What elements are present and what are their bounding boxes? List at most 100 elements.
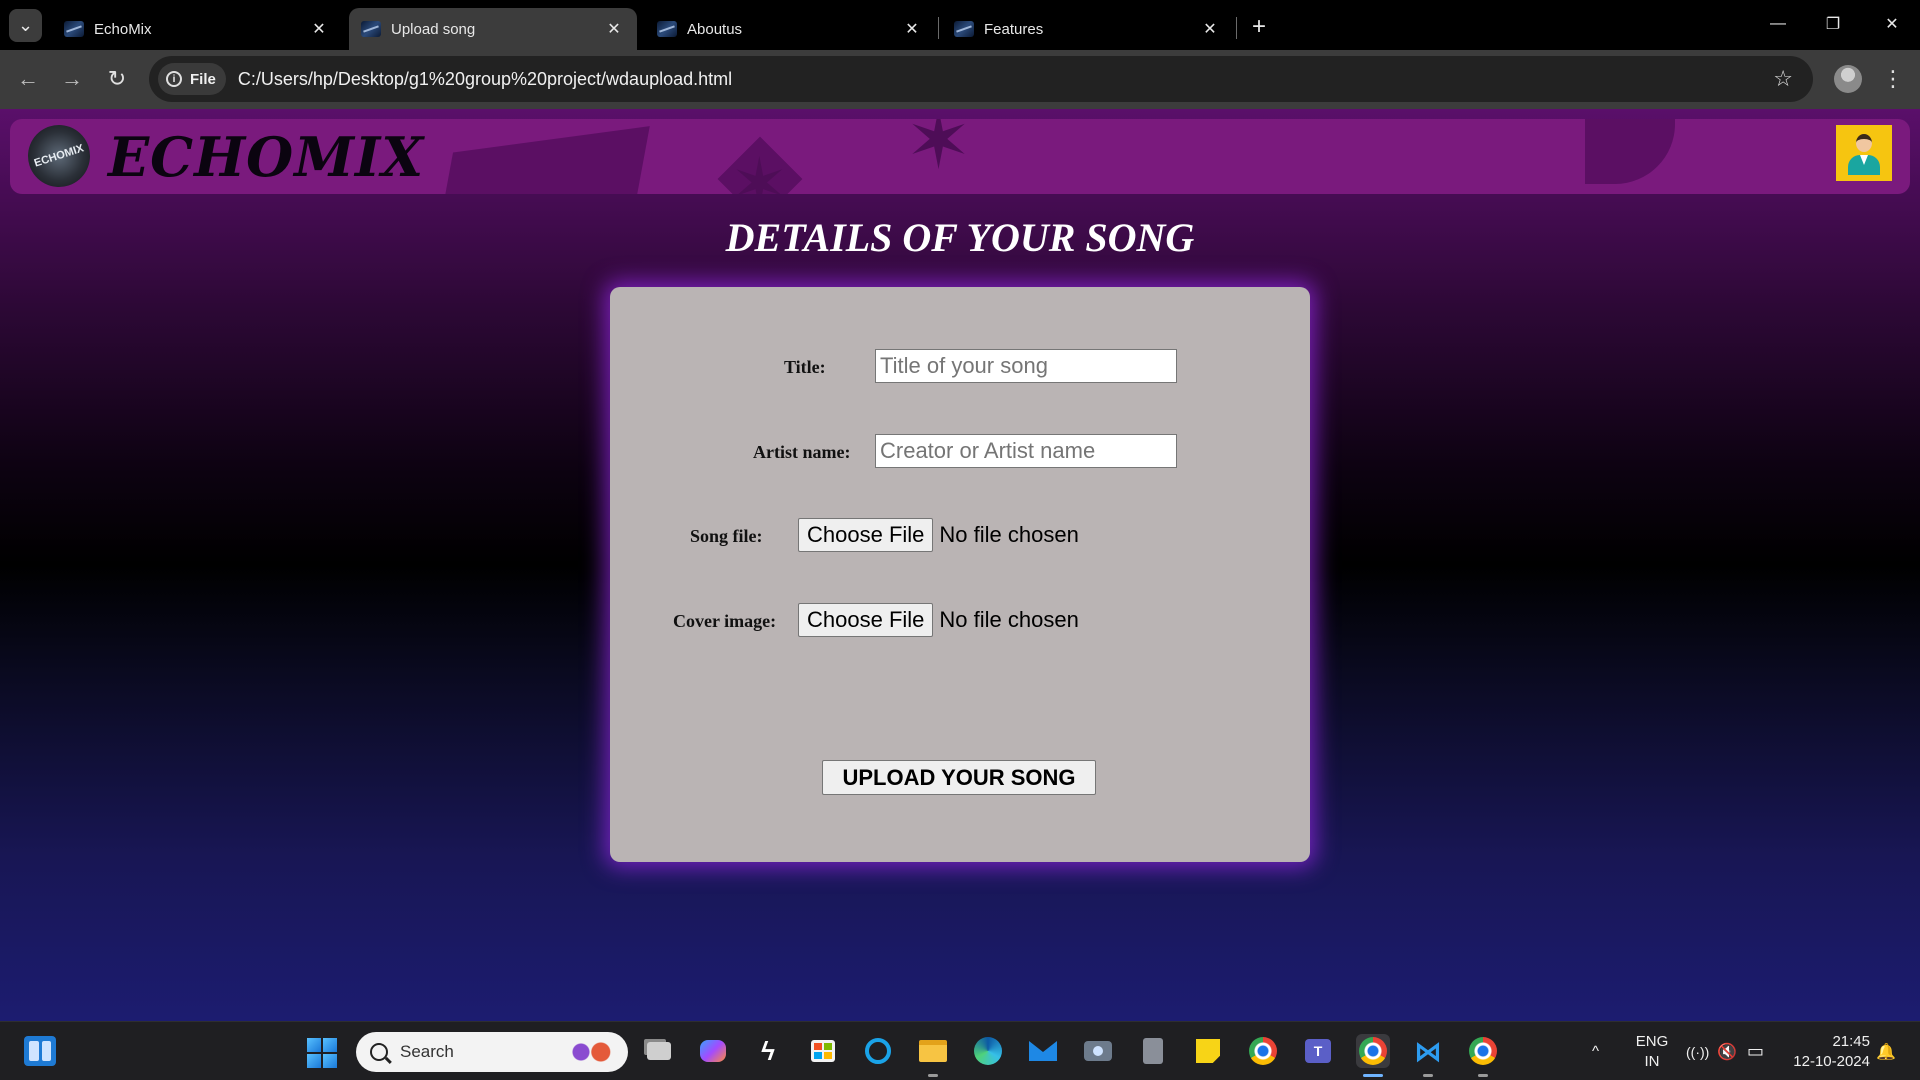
- close-tab-icon[interactable]: ✕: [308, 18, 330, 40]
- chrome-icon[interactable]: [1246, 1034, 1280, 1068]
- edge-icon[interactable]: [971, 1034, 1005, 1068]
- volume-muted-icon[interactable]: 🔇: [1717, 1022, 1737, 1080]
- calculator-icon[interactable]: [1136, 1034, 1170, 1068]
- window-close-button[interactable]: ✕: [1872, 8, 1912, 40]
- header-decoration: [1585, 119, 1675, 184]
- cover-file-status: No file chosen: [939, 607, 1079, 632]
- tab-title: Aboutus: [687, 20, 743, 38]
- echomix-favicon-icon: [954, 21, 974, 37]
- star-decoration-icon: ✶: [730, 145, 789, 194]
- new-tab-button[interactable]: +: [1245, 13, 1273, 41]
- back-button[interactable]: ←: [11, 62, 45, 96]
- brand-name: ECHOMIX: [108, 125, 425, 189]
- app-running-indicator: [928, 1074, 938, 1077]
- app-running-indicator: [1478, 1074, 1488, 1077]
- cortana-icon[interactable]: [861, 1034, 895, 1068]
- title-input[interactable]: [875, 349, 1177, 383]
- teams-icon[interactable]: T: [1301, 1034, 1335, 1068]
- language-label: ENG: [1635, 1033, 1669, 1050]
- song-file-input[interactable]: Choose File No file chosen: [798, 518, 1079, 552]
- tab-upload-song[interactable]: Upload song ✕: [349, 8, 637, 50]
- site-chip-label: File: [190, 70, 216, 88]
- tab-echomix[interactable]: EchoMix ✕: [52, 8, 342, 50]
- title-label: Title:: [784, 357, 826, 377]
- tray-overflow-icon[interactable]: ^: [1592, 1022, 1599, 1080]
- mail-icon[interactable]: [1026, 1034, 1060, 1068]
- battery-icon[interactable]: ▭: [1747, 1022, 1764, 1080]
- header-decoration: [440, 126, 650, 194]
- tab-aboutus[interactable]: Aboutus ✕: [645, 8, 935, 50]
- logo-text: ECHOMIX: [32, 142, 86, 170]
- browser-tab-strip: ⌄ EchoMix ✕ Upload song ✕ Aboutus ✕ Feat…: [0, 0, 1920, 50]
- song-file-label: Song file:: [690, 526, 763, 546]
- user-profile-icon[interactable]: [1836, 125, 1892, 181]
- taskbar: Search ϟ T ⋈ ^ ENG IN ((·)) 🔇 ▭ 21:45 12…: [0, 1021, 1920, 1080]
- bookmark-star-icon[interactable]: ☆: [1773, 66, 1793, 92]
- language-indicator[interactable]: ENG IN: [1630, 1032, 1674, 1072]
- tab-title: Upload song: [391, 20, 476, 38]
- notification-bell-icon[interactable]: 🔔: [1876, 1022, 1896, 1080]
- wifi-icon[interactable]: ((·)): [1686, 1022, 1709, 1080]
- form-heading: DETAILS OF YOUR SONG: [725, 215, 1195, 260]
- windows-start-icon[interactable]: [307, 1038, 337, 1068]
- app-active-indicator: [1363, 1074, 1383, 1077]
- avatar-head: [1856, 134, 1872, 152]
- taskbar-search-label: Search: [400, 1042, 454, 1061]
- page-content: ✶ ✶ ECHOMIX ECHOMIX DETAILS OF YOUR SONG…: [0, 109, 1920, 1021]
- clock-time: 21:45: [1832, 1033, 1870, 1050]
- artist-label: Artist name:: [753, 442, 851, 462]
- camera-icon[interactable]: [1081, 1034, 1115, 1068]
- echomix-favicon-icon: [64, 21, 84, 37]
- tab-title: EchoMix: [94, 20, 152, 38]
- echomix-favicon-icon: [657, 21, 677, 37]
- app-s-icon[interactable]: ϟ: [751, 1034, 785, 1068]
- echomix-favicon-icon: [361, 21, 381, 37]
- tab-features[interactable]: Features ✕: [942, 8, 1233, 50]
- vscode-icon[interactable]: ⋈: [1411, 1034, 1445, 1068]
- artist-input[interactable]: [875, 434, 1177, 468]
- upload-song-button[interactable]: UPLOAD YOUR SONG: [822, 760, 1096, 795]
- address-bar[interactable]: i File C:/Users/hp/Desktop/g1%20group%20…: [149, 56, 1813, 102]
- cover-image-label: Cover image:: [673, 611, 777, 631]
- close-tab-icon[interactable]: ✕: [901, 18, 923, 40]
- site-header: ✶ ✶ ECHOMIX ECHOMIX: [10, 119, 1910, 194]
- app-running-indicator: [1423, 1074, 1433, 1077]
- tab-search-button[interactable]: ⌄: [9, 9, 42, 42]
- widgets-icon[interactable]: [24, 1036, 56, 1066]
- browser-menu-icon[interactable]: ⋮: [1878, 62, 1908, 96]
- forward-button[interactable]: →: [55, 62, 89, 96]
- search-icon: [370, 1043, 388, 1061]
- browser-toolbar: ← → ↻ i File C:/Users/hp/Desktop/g1%20gr…: [0, 50, 1920, 109]
- reload-button[interactable]: ↻: [100, 62, 134, 96]
- cover-image-input[interactable]: Choose File No file chosen: [798, 603, 1079, 637]
- clock[interactable]: 21:45 12-10-2024: [1782, 1032, 1870, 1072]
- file-explorer-icon[interactable]: [916, 1034, 950, 1068]
- microsoft-store-icon[interactable]: [806, 1034, 840, 1068]
- search-highlight-icon: [570, 1041, 614, 1063]
- tab-separator: [1236, 17, 1237, 39]
- song-choose-file-button[interactable]: Choose File: [798, 518, 934, 552]
- chrome-second-profile-icon[interactable]: [1466, 1034, 1500, 1068]
- echomix-logo[interactable]: ECHOMIX: [19, 119, 99, 194]
- star-decoration-icon: ✶: [905, 119, 973, 185]
- tab-separator: [938, 17, 939, 39]
- close-tab-icon[interactable]: ✕: [603, 18, 625, 40]
- restore-button[interactable]: ❐: [1813, 8, 1853, 40]
- site-info-chip[interactable]: i File: [158, 63, 226, 95]
- taskbar-search[interactable]: Search: [356, 1032, 628, 1072]
- profile-avatar-icon[interactable]: [1834, 65, 1862, 93]
- copilot-icon[interactable]: [696, 1034, 730, 1068]
- info-icon: i: [166, 71, 182, 87]
- region-label: IN: [1644, 1053, 1660, 1070]
- sticky-notes-icon[interactable]: [1191, 1034, 1225, 1068]
- chevron-down-icon: ⌄: [17, 15, 34, 35]
- tab-title: Features: [984, 20, 1044, 38]
- task-view-icon[interactable]: [642, 1034, 676, 1068]
- minimize-button[interactable]: —: [1758, 8, 1798, 40]
- chrome-profile-icon[interactable]: [1356, 1034, 1390, 1068]
- url-text[interactable]: C:/Users/hp/Desktop/g1%20group%20project…: [238, 69, 732, 90]
- song-file-status: No file chosen: [939, 522, 1079, 547]
- cover-choose-file-button[interactable]: Choose File: [798, 603, 934, 637]
- close-tab-icon[interactable]: ✕: [1199, 18, 1221, 40]
- clock-date: 12-10-2024: [1793, 1053, 1870, 1070]
